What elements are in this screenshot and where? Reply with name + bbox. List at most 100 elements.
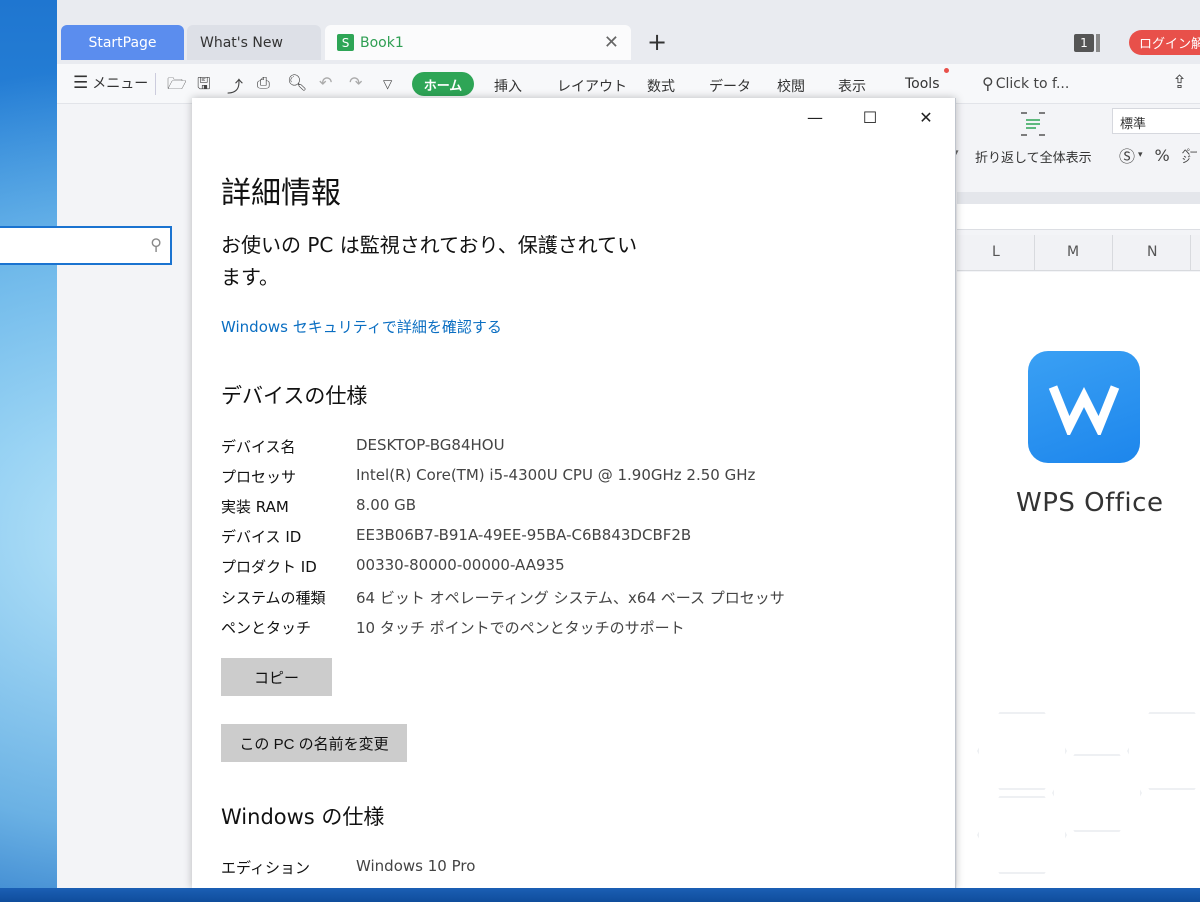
tab-book1[interactable]: S Book1 ✕ (325, 25, 631, 60)
hamburger-icon: ☰ (73, 73, 89, 93)
quick-access-dropdown-icon[interactable]: ▽ (383, 77, 392, 91)
search-placeholder: Click to f... (995, 75, 1070, 92)
tab-whats-new-label: What's New (200, 34, 283, 51)
column-divider (1034, 235, 1035, 271)
number-format-tools: Ⓢ ▾ % ㌻ (1119, 143, 1198, 167)
wrap-text-icon[interactable] (1018, 110, 1048, 138)
spec-value: Intel(R) Core(TM) i5-4300U CPU @ 1.90GHz… (356, 466, 756, 484)
share-icon[interactable]: ⇪ (1172, 72, 1187, 93)
decorative-hexagon (1127, 712, 1200, 790)
spec-label: 実装 RAM (221, 498, 289, 516)
add-tab-icon[interactable]: + (647, 28, 667, 56)
login-button[interactable]: ログイン解 (1129, 30, 1200, 55)
spec-row-edition: エディション Windows 10 Pro (221, 857, 921, 881)
format-painter-icon[interactable]: ⤴ (227, 73, 243, 97)
tab-home[interactable]: ホーム (412, 72, 474, 96)
tab-data[interactable]: データ (709, 76, 751, 96)
tab-book1-label: Book1 (360, 34, 404, 51)
spec-value: 64 ビット オペレーティング システム、x64 ベース プロセッサ (356, 589, 785, 607)
tab-layout[interactable]: レイアウト (557, 76, 627, 96)
spec-label: システムの種類 (221, 589, 326, 607)
copy-button[interactable]: コピー (221, 658, 332, 696)
tab-whats-new[interactable]: What's New (187, 25, 321, 60)
command-search[interactable]: ⚲ Click to f... (982, 74, 1069, 93)
column-header-m[interactable]: M (1067, 244, 1079, 260)
maximize-icon[interactable]: ☐ (847, 108, 893, 127)
wrap-text-button[interactable]: 折り返して全体表示 (975, 147, 1092, 166)
spec-value: DESKTOP-BG84HOU (356, 436, 505, 454)
ribbon-separator (155, 73, 156, 95)
spec-value: 8.00 GB (356, 496, 417, 514)
spec-label: プロダクト ID (221, 558, 317, 576)
about-window: — ☐ ✕ 詳細情報 お使いの PC は監視されており、保護されています。 Wi… (192, 98, 956, 888)
protection-status: お使いの PC は監視されており、保護されています。 (221, 233, 638, 289)
search-icon: ⚲ (150, 235, 162, 254)
column-header-l[interactable]: L (992, 244, 1000, 260)
close-tab-icon[interactable]: ✕ (604, 32, 619, 53)
formula-bar[interactable] (957, 204, 1200, 230)
print-preview-icon[interactable]: 🔍︎ (287, 73, 307, 92)
wps-logo-text: WPS Office (1016, 488, 1164, 518)
desktop-search-input[interactable]: ⚲ (0, 226, 172, 265)
notification-dot (944, 68, 949, 73)
spec-label: ペンとタッチ (221, 619, 312, 637)
tab-formulas[interactable]: 数式 (647, 76, 675, 96)
spec-row-pen-touch: ペンとタッチ 10 タッチ ポイントでのペンとタッチのサポート (221, 617, 921, 641)
windows-specs-heading: Windows の仕様 (221, 805, 385, 829)
tab-insert[interactable]: 挿入 (494, 76, 522, 96)
spec-value: 00330-80000-00000-AA935 (356, 556, 565, 574)
spec-value: Windows 10 Pro (356, 857, 476, 875)
device-specs-heading: デバイスの仕様 (221, 384, 368, 408)
currency-dropdown-icon[interactable]: ▾ (1138, 150, 1143, 160)
close-icon[interactable]: ✕ (903, 108, 949, 127)
percent-icon[interactable]: % (1155, 146, 1170, 165)
spec-value: EE3B06B7-B91A-49EE-95BA-C6B843DCBF2B (356, 526, 692, 544)
decorative-hexagon (1052, 754, 1142, 832)
spec-row-processor: プロセッサ Intel(R) Core(TM) i5-4300U CPU @ 1… (221, 466, 921, 490)
spec-row-system-type: システムの種類 64 ビット オペレーティング システム、x64 ベース プロセ… (221, 587, 921, 611)
wps-splash-area: WPS Office (957, 272, 1200, 888)
print-icon[interactable]: ⎙ (257, 73, 270, 93)
decorative-hexagon (977, 796, 1067, 874)
column-header-n[interactable]: N (1147, 244, 1157, 260)
rename-pc-button[interactable]: この PC の名前を変更 (221, 724, 407, 762)
wps-tab-bar: StartPage What's New S Book1 ✕ + 1 ログイン解 (57, 0, 1200, 64)
spec-row-device-id: デバイス ID EE3B06B7-B91A-49EE-95BA-C6B843DC… (221, 526, 921, 550)
save-icon[interactable]: 🖫 (197, 73, 211, 100)
tab-startpage[interactable]: StartPage (61, 25, 184, 60)
number-format-select[interactable]: 標準 (1112, 108, 1200, 134)
window-list-icon[interactable] (1096, 34, 1100, 52)
spec-label: デバイス名 (221, 438, 296, 456)
spec-value: 10 タッチ ポイントでのペンとタッチのサポート (356, 619, 685, 637)
comma-style-icon[interactable]: ㌻ (1182, 143, 1198, 167)
spec-row-ram: 実装 RAM 8.00 GB (221, 496, 921, 520)
column-header-row: L M N (957, 235, 1200, 271)
page-title: 詳細情報 (221, 176, 341, 211)
open-folder-icon[interactable]: 🗁 (167, 73, 187, 100)
spec-label: デバイス ID (221, 528, 302, 546)
column-divider (1190, 235, 1191, 271)
window-count-badge[interactable]: 1 (1074, 34, 1094, 52)
undo-icon[interactable]: ↶ (319, 73, 332, 92)
tab-review[interactable]: 校閲 (777, 76, 805, 96)
tab-startpage-label: StartPage (88, 34, 157, 51)
ribbon-bottom-bar (957, 192, 1200, 204)
tab-view[interactable]: 表示 (838, 76, 866, 96)
column-divider (1112, 235, 1113, 271)
spec-label: エディション (221, 859, 310, 877)
spec-row-device-name: デバイス名 DESKTOP-BG84HOU (221, 436, 921, 460)
spreadsheet-icon: S (337, 34, 354, 51)
spec-label: プロセッサ (221, 468, 297, 486)
menu-label: メニュー (92, 76, 149, 92)
redo-icon[interactable]: ↷ (349, 73, 362, 92)
decorative-hexagon (977, 712, 1067, 790)
minimize-icon[interactable]: — (792, 108, 838, 127)
tab-tools[interactable]: Tools (905, 76, 940, 92)
currency-icon[interactable]: Ⓢ (1119, 143, 1135, 167)
spec-row-product-id: プロダクト ID 00330-80000-00000-AA935 (221, 556, 921, 580)
search-icon: ⚲ (982, 74, 994, 93)
taskbar (0, 888, 1200, 902)
menu-button[interactable]: ☰ メニュー (73, 73, 148, 93)
security-details-link[interactable]: Windows セキュリティで詳細を確認する (221, 316, 502, 337)
wps-logo-icon (1028, 351, 1140, 463)
